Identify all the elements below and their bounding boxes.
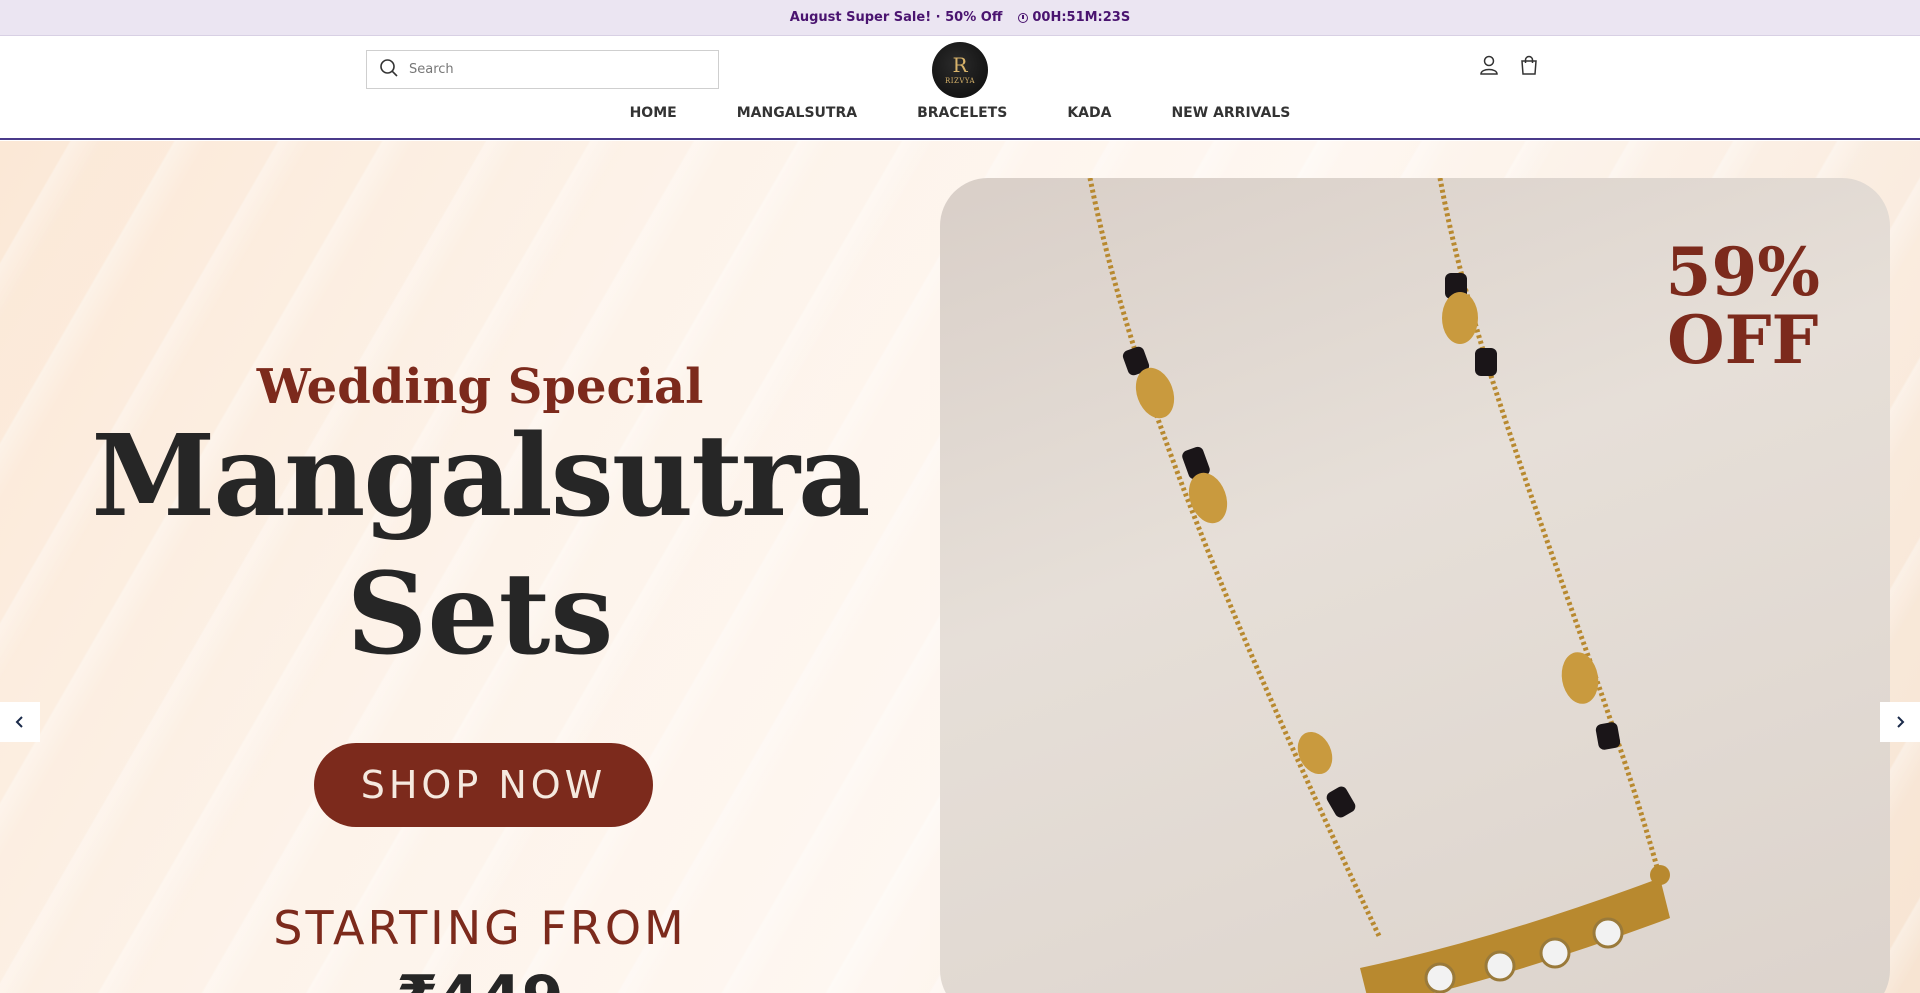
chevron-right-icon: [1897, 716, 1905, 728]
clock-icon: [1018, 12, 1029, 23]
main-nav: HOME MANGALSUTRA BRACELETS KADA NEW ARRI…: [0, 105, 1920, 121]
logo-monogram: R: [952, 53, 968, 77]
hero-title-line1: Mangalsutra: [91, 411, 870, 542]
hero-pretitle: Wedding Special: [256, 359, 704, 415]
discount-off: OFF: [1667, 301, 1819, 379]
nav-home[interactable]: HOME: [600, 105, 707, 121]
header-actions: [1478, 54, 1540, 76]
discount-percent: 59%: [1665, 233, 1820, 311]
nav-bracelets[interactable]: BRACELETS: [887, 105, 1037, 121]
search-input[interactable]: [409, 62, 689, 77]
countdown-timer: 00H:51M:23S: [1018, 10, 1130, 25]
hero-banner[interactable]: Wedding Special Mangalsutra Sets SHOP NO…: [0, 141, 1920, 993]
shop-now-button[interactable]: SHOP NOW: [314, 743, 653, 827]
nav-new-arrivals[interactable]: NEW ARRIVALS: [1141, 105, 1320, 121]
nav-kada[interactable]: KADA: [1037, 105, 1141, 121]
hero-title-line2: Sets: [346, 549, 614, 680]
announcement-text: August Super Sale! · 50% Off: [789, 10, 1003, 25]
starting-from-label: STARTING FROM: [273, 901, 687, 955]
logo-wordmark: RIZVYA: [944, 77, 976, 85]
site-header: R RIZVYA HOME MANGALSUTRA BRACELETS KADA…: [0, 37, 1920, 140]
carousel-prev-button[interactable]: [0, 702, 40, 742]
search-box[interactable]: [366, 50, 719, 89]
announcement-bar: August Super Sale! · 50% Off 00H:51M:23S: [0, 0, 1920, 36]
bag-icon[interactable]: [1518, 54, 1540, 76]
chevron-left-icon: [15, 716, 23, 728]
carousel-next-button[interactable]: [1880, 702, 1920, 742]
brand-logo[interactable]: R RIZVYA: [932, 42, 988, 98]
product-image-card: 59% OFF: [940, 178, 1890, 993]
nav-mangalsutra[interactable]: MANGALSUTRA: [707, 105, 887, 121]
user-icon[interactable]: [1478, 54, 1500, 76]
starting-price: ₹449: [0, 963, 960, 993]
countdown-value: 00H:51M:23S: [1032, 10, 1131, 25]
discount-badge: 59% OFF: [1665, 238, 1820, 374]
search-icon[interactable]: [379, 58, 399, 82]
